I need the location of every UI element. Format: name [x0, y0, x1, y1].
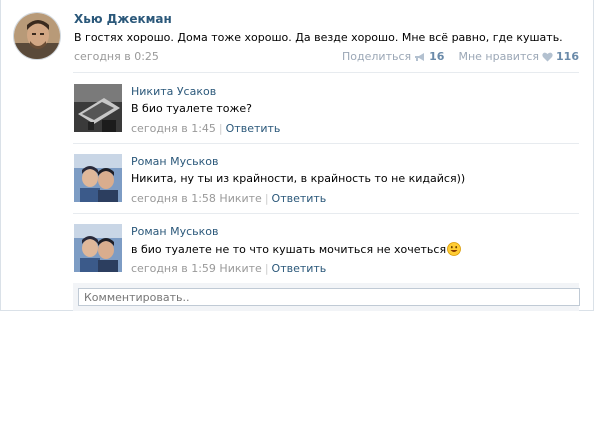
separator: [73, 143, 579, 144]
meta-divider: |: [218, 122, 223, 135]
reply-button[interactable]: Ответить: [226, 122, 281, 135]
heart-icon: [542, 52, 553, 61]
comment-author-avatar[interactable]: [74, 84, 122, 132]
like-button[interactable]: Мне нравится 116: [458, 50, 579, 63]
comment-item: Никита Усаков В био туалете тоже? сегодн…: [73, 84, 579, 144]
like-label: Мне нравится: [458, 50, 540, 63]
reply-button[interactable]: Ответить: [272, 262, 327, 275]
comment-item: Роман Муськов в био туалете не то что ку…: [73, 224, 579, 284]
comment-meta: сегодня в 1:59 Никите | Ответить: [131, 262, 326, 275]
share-button[interactable]: Поделиться 16: [342, 50, 444, 63]
smiley-icon: [447, 242, 461, 256]
separator: [73, 213, 579, 214]
post-text: В гостях хорошо. Дома тоже хорошо. Да ве…: [74, 31, 563, 44]
reply-button[interactable]: Ответить: [272, 192, 327, 205]
comment-author-avatar[interactable]: [74, 224, 122, 272]
post-actions: Поделиться 16 Мне нравится 116: [342, 50, 579, 63]
megaphone-icon: [415, 52, 425, 61]
comment-text: в био туалете не то что кушать мочиться …: [131, 242, 461, 256]
comment-date[interactable]: сегодня в 1:45: [131, 122, 216, 135]
post-author-name[interactable]: Хью Джекман: [74, 12, 172, 26]
comment-reply-to[interactable]: Никите: [219, 262, 261, 275]
share-count: 16: [429, 50, 445, 63]
comment-date[interactable]: сегодня в 1:59: [131, 262, 216, 275]
separator: [73, 72, 579, 73]
comment-author-name[interactable]: Роман Муськов: [131, 225, 218, 238]
post-date[interactable]: сегодня в 0:25: [74, 50, 159, 63]
comment-text-content: В био туалете тоже?: [131, 102, 252, 115]
comment-text: Никита, ну ты из крайности, в крайность …: [131, 172, 465, 185]
comment-date[interactable]: сегодня в 1:58: [131, 192, 216, 205]
comment-author-name[interactable]: Роман Муськов: [131, 155, 218, 168]
comment-author-avatar[interactable]: [74, 154, 122, 202]
comment-reply-to[interactable]: Никите: [219, 192, 261, 205]
post-author-avatar[interactable]: [13, 12, 61, 60]
meta-divider: |: [264, 192, 269, 205]
like-count: 116: [556, 50, 579, 63]
comment-input[interactable]: [78, 288, 580, 306]
meta-divider: |: [264, 262, 269, 275]
share-label: Поделиться: [342, 50, 412, 63]
comment-text-content: Никита, ну ты из крайности, в крайность …: [131, 172, 466, 185]
comment-item: Роман Муськов Никита, ну ты из крайности…: [73, 154, 579, 214]
comment-text: В био туалете тоже?: [131, 102, 252, 115]
comment-form: [73, 283, 580, 311]
comment-meta: сегодня в 1:45 | Ответить: [131, 122, 280, 135]
comment-meta: сегодня в 1:58 Никите | Ответить: [131, 192, 326, 205]
comment-text-content: в био туалете не то что кушать мочиться …: [131, 242, 447, 256]
post-card: Хью Джекман В гостях хорошо. Дома тоже х…: [0, 0, 594, 311]
comment-author-name[interactable]: Никита Усаков: [131, 85, 216, 98]
